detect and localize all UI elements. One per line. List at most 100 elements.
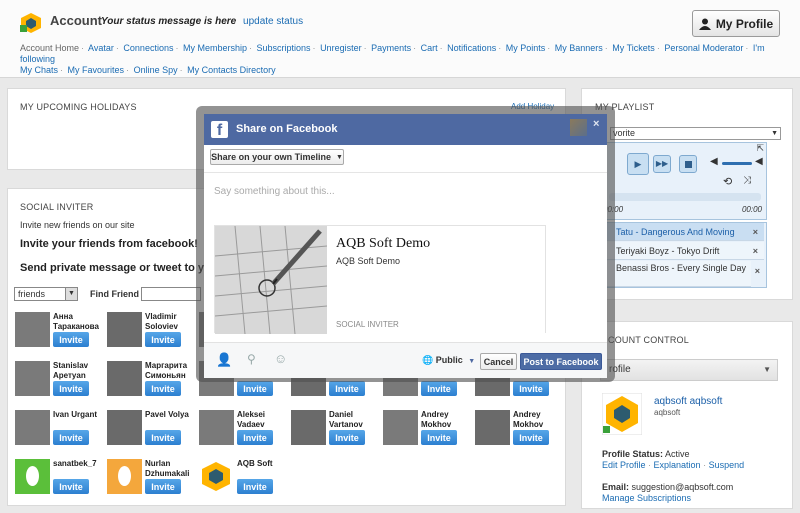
expand-icon[interactable]: ⇱: [756, 143, 764, 154]
invite-button[interactable]: Invite: [513, 381, 549, 396]
update-status-link[interactable]: update status: [243, 16, 303, 27]
invite-button[interactable]: Invite: [329, 430, 365, 445]
remove-icon[interactable]: ×: [755, 266, 760, 276]
next-button[interactable]: ▶▶: [653, 155, 671, 173]
remove-icon[interactable]: ×: [753, 227, 758, 237]
audience-dropdown[interactable]: Share on your own Timeline ▼: [210, 149, 344, 165]
friend-avatar: [107, 361, 142, 396]
invite-button[interactable]: Invite: [329, 381, 365, 396]
nav-item[interactable]: My Membership: [183, 43, 247, 53]
invite-button[interactable]: Invite: [421, 381, 457, 396]
track-item[interactable]: Benassi Bros - Every Single Day: [601, 261, 751, 287]
nav-item[interactable]: Connections: [123, 43, 173, 53]
progress-bar[interactable]: [609, 193, 761, 201]
profile-username: aqbsoft: [654, 408, 681, 417]
invite-button[interactable]: Invite: [237, 381, 273, 396]
friend-name: Ivan Urgant: [53, 410, 98, 419]
playlist-select[interactable]: vorite ▼: [610, 127, 781, 140]
profile-tab[interactable]: rofile ▼: [600, 359, 778, 381]
friend-card: Pavel Volya Invite: [107, 410, 195, 452]
friend-avatar: [199, 410, 234, 445]
invite-button[interactable]: Invite: [53, 332, 89, 347]
friend-avatar: [291, 410, 326, 445]
cancel-button[interactable]: Cancel: [480, 353, 517, 370]
nav-item[interactable]: Notifications: [447, 43, 496, 53]
profile-links: Edit Profile · Explanation · Suspend: [602, 460, 745, 470]
friend-avatar: [199, 459, 234, 494]
volume-slider[interactable]: [722, 162, 752, 165]
friend-name: Stanislav Аретyan: [53, 361, 89, 380]
suspend-link[interactable]: Suspend: [709, 460, 745, 470]
card-source: SOCIAL INVITER: [336, 320, 399, 329]
my-profile-button[interactable]: My Profile: [692, 10, 780, 37]
close-icon[interactable]: ×: [593, 118, 599, 130]
invite-button[interactable]: Invite: [145, 479, 181, 494]
friend-name: Nurlan Dzhumakali: [145, 459, 190, 478]
nav-item[interactable]: Payments: [371, 43, 411, 53]
nav-item[interactable]: My Tickets: [612, 43, 655, 53]
invite-facebook-text: Invite your friends from facebook!: [20, 238, 198, 250]
nav-item[interactable]: My Points: [506, 43, 546, 53]
manage-subscriptions-link[interactable]: Manage Subscriptions: [602, 493, 691, 503]
volume-icon[interactable]: ◀: [710, 156, 718, 167]
dialog-title: Share on Facebook: [236, 123, 338, 135]
chevron-down-icon: ▼: [65, 288, 77, 300]
friend-name: Andrey Mokhov: [513, 410, 544, 429]
repeat-icon[interactable]: ⟲: [723, 175, 732, 188]
link-preview-card[interactable]: AQB Soft Demo AQB Soft Demo SOCIAL INVIT…: [214, 225, 546, 334]
volume-max-icon[interactable]: ◀: [755, 156, 763, 167]
friend-name: Andrey Mokhov: [421, 410, 452, 429]
page-title: Account: [50, 13, 102, 28]
invite-button[interactable]: Invite: [145, 430, 181, 445]
post-to-facebook-button[interactable]: Post to Facebook: [520, 353, 602, 370]
friend-card: Маргарита Симоньян Invite: [107, 361, 195, 403]
invite-button[interactable]: Invite: [53, 381, 89, 396]
nav-item[interactable]: My Contacts Directory: [187, 65, 276, 75]
privacy-selector[interactable]: 🌐 Public ▼: [422, 355, 475, 366]
pause-button[interactable]: ▶: [627, 153, 649, 175]
nav-item[interactable]: Online Spy: [134, 65, 178, 75]
track-list: Tatu - Dangerous And Moving × Teriyaki Bo…: [600, 222, 767, 288]
invite-button[interactable]: Invite: [53, 430, 89, 445]
friend-name: sanatbek_7: [53, 459, 97, 468]
invite-button[interactable]: Invite: [513, 430, 549, 445]
profile-name-link[interactable]: aqbsoft aqbsoft: [654, 396, 722, 407]
invite-button[interactable]: Invite: [145, 381, 181, 396]
tag-friends-icon[interactable]: 👤: [216, 352, 232, 368]
edit-profile-link[interactable]: Edit Profile: [602, 460, 646, 470]
remove-icon[interactable]: ×: [753, 246, 758, 256]
send-private-text: Send private message or tweet to yo: [20, 262, 211, 274]
inviter-intro: Invite new friends on our site: [20, 220, 135, 230]
stop-button[interactable]: [679, 155, 697, 173]
friend-card: Aleksei Vadaev Invite: [199, 410, 287, 452]
feeling-icon[interactable]: ☺: [274, 351, 287, 366]
nav-item[interactable]: Personal Moderator: [664, 43, 743, 53]
nav-item[interactable]: My Favourites: [68, 65, 125, 75]
nav-item[interactable]: My Banners: [555, 43, 603, 53]
invite-button[interactable]: Invite: [53, 479, 89, 494]
invite-button[interactable]: Invite: [237, 430, 273, 445]
invite-button[interactable]: Invite: [237, 479, 273, 494]
nav-item[interactable]: Subscriptions: [257, 43, 311, 53]
friend-card: Ivan Urgant Invite: [15, 410, 103, 452]
track-item[interactable]: Teriyaki Boyz - Tokyo Drift ×: [601, 242, 764, 260]
friends-select[interactable]: friends ▼: [14, 287, 78, 301]
friend-name: Aleksei Vadaev: [237, 410, 266, 429]
nav-item[interactable]: My Chats: [20, 65, 58, 75]
invite-button[interactable]: Invite: [145, 332, 181, 347]
nav-item[interactable]: Cart: [421, 43, 438, 53]
status-textarea[interactable]: Say something about this...: [214, 186, 597, 216]
nav-item[interactable]: Account Home: [20, 43, 79, 53]
explanation-link[interactable]: Explanation: [654, 460, 701, 470]
chevron-down-icon: ▼: [335, 153, 343, 161]
location-icon[interactable]: ⚲: [247, 352, 256, 366]
nav-item[interactable]: Unregister: [320, 43, 362, 53]
track-item[interactable]: Tatu - Dangerous And Moving ×: [601, 223, 764, 241]
friend-card: Andrey Mokhov Invite: [475, 410, 563, 452]
facebook-logo-icon: f: [211, 121, 228, 138]
shuffle-icon[interactable]: ⤨: [743, 175, 751, 186]
find-friend-input[interactable]: [141, 287, 201, 301]
invite-button[interactable]: Invite: [421, 430, 457, 445]
friend-avatar: [107, 312, 142, 347]
nav-item[interactable]: Avatar: [88, 43, 114, 53]
